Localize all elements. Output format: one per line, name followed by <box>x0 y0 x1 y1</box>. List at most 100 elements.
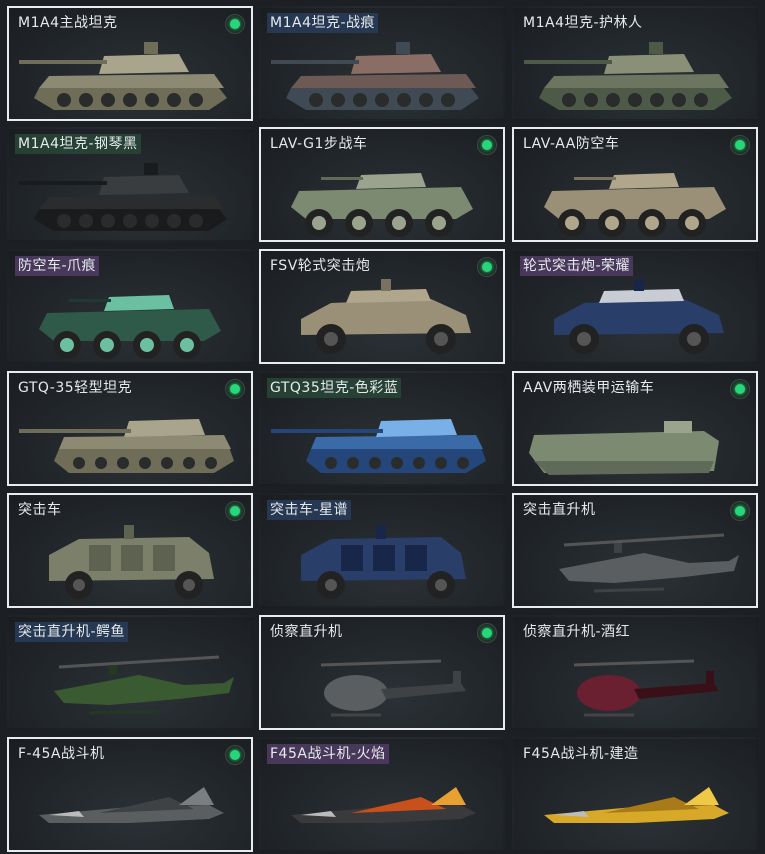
vehicle-card[interactable]: 侦察直升机 <box>259 615 505 730</box>
lav-gun <box>69 299 111 302</box>
vehicle-card[interactable]: 突击直升机 <box>512 493 758 608</box>
lav-model <box>291 173 473 237</box>
tank-gun <box>524 60 612 64</box>
tank-hull <box>59 435 231 449</box>
owned-indicator-icon <box>225 14 245 34</box>
road-wheel <box>672 93 686 107</box>
wheel-hub <box>180 338 194 352</box>
wheel-hub <box>432 216 446 230</box>
road-wheel <box>584 93 598 107</box>
heli-model <box>559 533 739 593</box>
vehicle-name: F45A战斗机-火焰 <box>267 744 389 764</box>
road-wheel <box>435 457 447 469</box>
wheel-hub <box>645 216 659 230</box>
lav-model <box>544 173 726 237</box>
tank-gun <box>271 429 383 433</box>
jet-tail <box>179 787 214 805</box>
vehicle-card[interactable]: 突击直升机-鳄鱼 <box>7 615 253 730</box>
wheel-hub <box>435 579 447 591</box>
vehicle-image <box>271 42 479 110</box>
road-wheel <box>441 93 455 107</box>
road-wheel <box>628 93 642 107</box>
vehicle-name: 突击车 <box>18 502 62 518</box>
lav-gun <box>321 177 363 180</box>
lav-turret <box>356 173 426 189</box>
vehicle-image <box>554 279 724 354</box>
tank-model <box>19 163 227 231</box>
vehicle-card[interactable]: M1A4坦克-护林人 <box>512 6 758 121</box>
tank-turret <box>99 54 189 74</box>
vehicle-name: 突击直升机-鳄鱼 <box>15 622 129 642</box>
tank-gun <box>271 60 359 64</box>
vehicle-card[interactable]: FSV轮式突击炮 <box>259 249 505 364</box>
road-wheel <box>145 214 159 228</box>
vehicle-card[interactable]: M1A4坦克-战痕 <box>259 6 505 121</box>
vehicle-card[interactable]: AAV两栖装甲运输车 <box>512 371 758 486</box>
fsv-sight <box>634 279 644 291</box>
lav-turret <box>104 295 174 311</box>
vehicle-card[interactable]: F45A战斗机-火焰 <box>259 737 505 852</box>
aav-cupola <box>664 421 692 433</box>
vehicle-card[interactable]: 突击车 <box>7 493 253 608</box>
vehicle-card[interactable]: LAV-AA防空车 <box>512 127 758 242</box>
vehicle-name: 突击车-星谱 <box>267 500 352 520</box>
wheel-hub <box>565 216 579 230</box>
road-wheel <box>161 457 173 469</box>
fsv-model <box>301 279 471 354</box>
vehicle-card[interactable]: GTQ-35轻型坦克 <box>7 371 253 486</box>
wheel-hub <box>577 332 591 346</box>
wheel-hub <box>73 579 85 591</box>
wheel-hub <box>183 579 195 591</box>
wheel-hub <box>352 216 366 230</box>
aav-tracks <box>534 461 714 475</box>
lav-model <box>39 295 221 359</box>
road-wheel <box>189 214 203 228</box>
vehicle-card[interactable]: 突击车-星谱 <box>259 493 505 608</box>
fsv-sight <box>381 279 391 291</box>
wheel-hub <box>605 216 619 230</box>
aav-model <box>529 421 719 475</box>
tank-turret <box>351 54 441 74</box>
road-wheel <box>123 93 137 107</box>
road-wheel <box>205 457 217 469</box>
vehicle-image <box>39 295 221 359</box>
vehicle-image <box>544 787 729 823</box>
vehicle-name: GTQ35坦克-色彩蓝 <box>267 378 402 398</box>
vehicle-card[interactable]: M1A4主战坦克 <box>7 6 253 121</box>
owned-indicator-icon <box>477 135 497 155</box>
vehicle-card[interactable]: 侦察直升机-酒红 <box>512 615 758 730</box>
vehicle-card[interactable]: M1A4坦克-钢琴黑 <box>7 127 253 242</box>
road-wheel <box>79 93 93 107</box>
heli-rotor <box>573 659 695 667</box>
road-wheel <box>73 457 85 469</box>
lav-gun <box>574 177 616 180</box>
tank-model <box>271 42 479 110</box>
heli-fuselage <box>54 675 234 705</box>
vehicle-image <box>54 655 234 715</box>
tank-gun <box>19 181 107 185</box>
vehicle-card[interactable]: 防空车-爪痕 <box>7 249 253 364</box>
road-wheel <box>95 457 107 469</box>
road-wheel <box>167 214 181 228</box>
tank-gun <box>19 60 107 64</box>
vehicle-name: M1A4坦克-钢琴黑 <box>15 134 141 154</box>
road-wheel <box>101 93 115 107</box>
owned-indicator-icon <box>477 257 497 277</box>
vehicle-card[interactable]: LAV-G1步战车 <box>259 127 505 242</box>
vehicle-name: M1A4主战坦克 <box>18 15 118 31</box>
heli-fin <box>453 671 461 691</box>
vehicle-card[interactable]: F-45A战斗机 <box>7 737 253 852</box>
vehicle-image <box>524 42 732 110</box>
vehicle-name: AAV两栖装甲运输车 <box>523 380 655 396</box>
tank-hull <box>311 435 483 449</box>
truck-model <box>301 525 466 599</box>
vehicle-name: FSV轮式突击炮 <box>270 258 371 274</box>
vehicle-name: 轮式突击炮-荣耀 <box>520 256 634 276</box>
road-wheel <box>413 457 425 469</box>
vehicle-name: LAV-G1步战车 <box>270 136 368 152</box>
vehicle-card[interactable]: 轮式突击炮-荣耀 <box>512 249 758 364</box>
vehicle-card[interactable]: GTQ35坦克-色彩蓝 <box>259 371 505 486</box>
vehicle-name: 侦察直升机 <box>270 624 343 640</box>
vehicle-card[interactable]: F45A战斗机-建造 <box>512 737 758 852</box>
truck-model <box>49 525 214 599</box>
